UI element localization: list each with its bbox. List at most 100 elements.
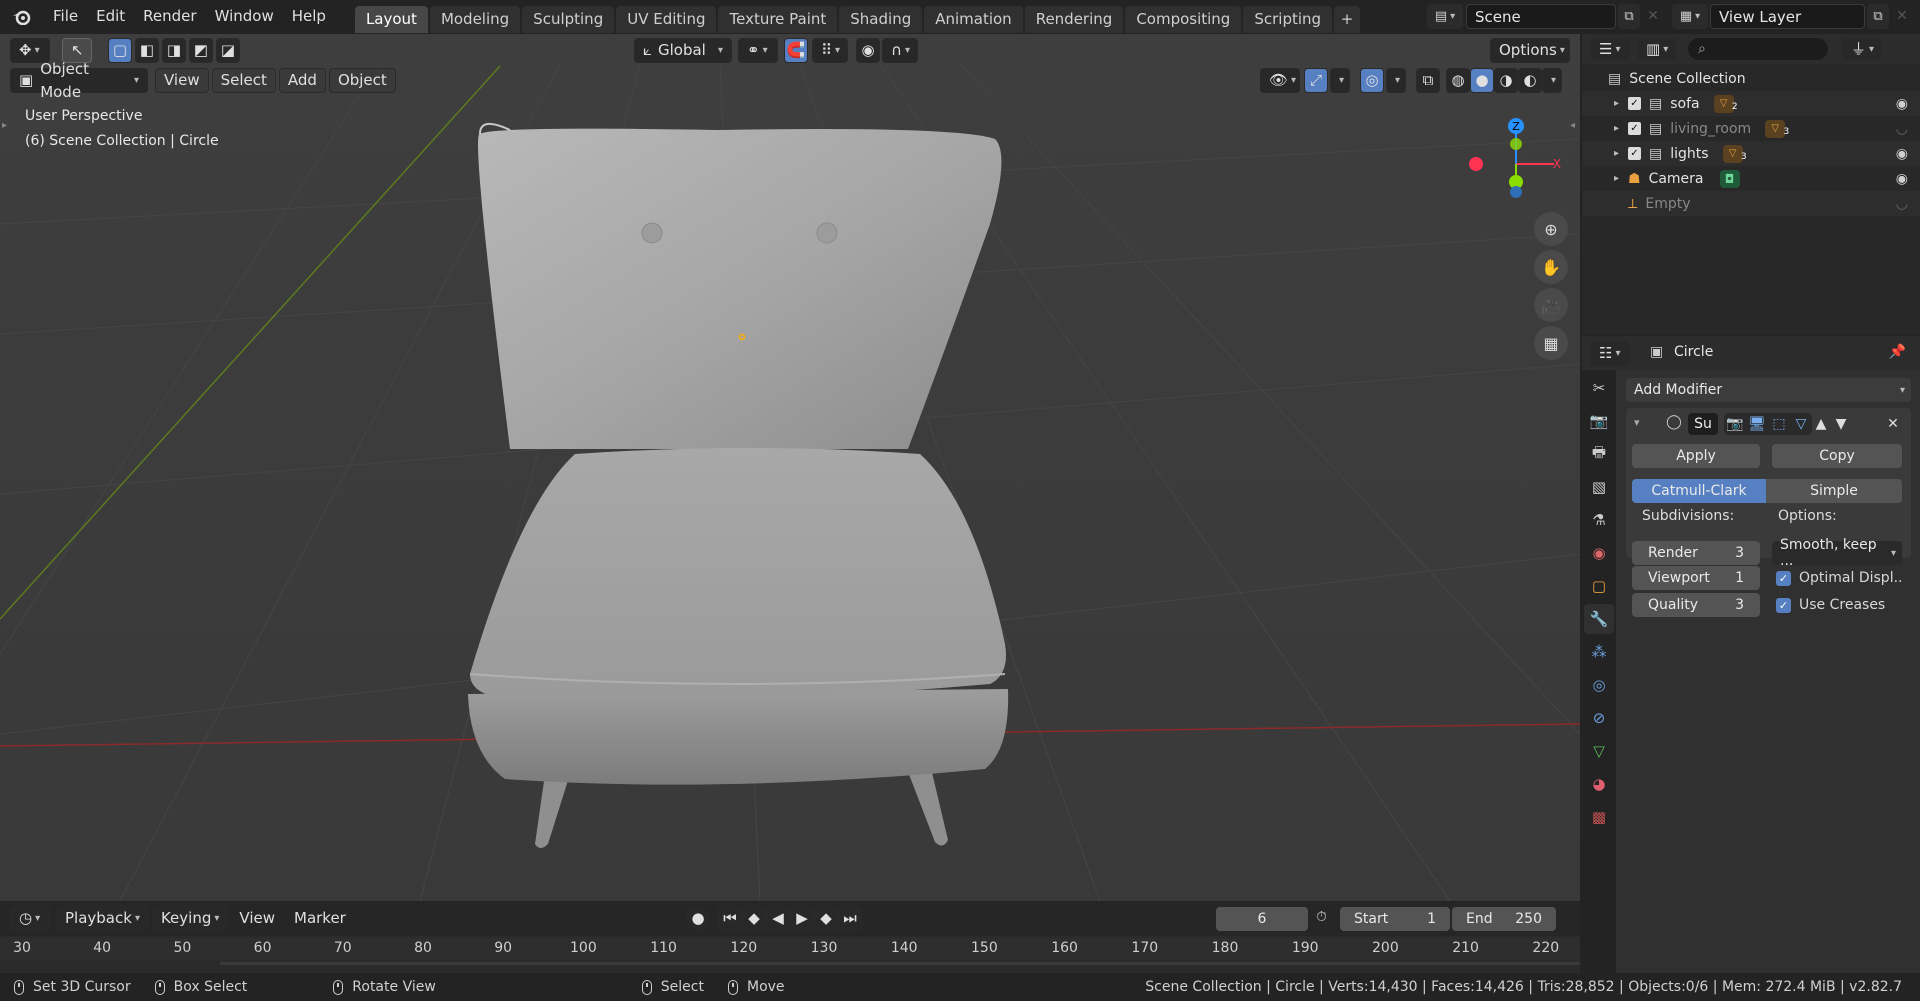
uv-smooth-dropdown[interactable]: Smooth, keep ... ▾	[1772, 537, 1902, 569]
eye-icon[interactable]: ◉	[1896, 146, 1908, 162]
outliner-item-camera[interactable]: ▸ ☗ Camera ◘ ◉	[1582, 166, 1920, 191]
options-dropdown[interactable]: Options ▾	[1490, 38, 1570, 63]
select-intersect-icon[interactable]: ◪	[216, 38, 240, 63]
enable-checkbox[interactable]: ✓	[1628, 97, 1641, 110]
constraints-tab-icon[interactable]: ⊘	[1584, 703, 1614, 733]
menu-edit[interactable]: Edit	[87, 0, 134, 33]
toolbar-expand-icon[interactable]: ▸	[2, 120, 7, 131]
jump-start-icon[interactable]: ⏮	[718, 906, 742, 931]
outliner-item-lights[interactable]: ▸ ✓ ▤ lights ▽ 3 ◉	[1582, 141, 1920, 166]
timeline-editor-type-button[interactable]: ◷ ▾	[10, 906, 50, 931]
snap-toggle-icon[interactable]: 🧲	[784, 38, 808, 63]
remove-modifier-icon[interactable]: ✕	[1882, 413, 1904, 435]
outliner-item-sofa[interactable]: ▸ ✓ ▤ sofa ▽ 2 ◉	[1582, 91, 1920, 116]
zoom-icon[interactable]: ⊕	[1534, 212, 1568, 246]
tool-tab-icon[interactable]: ✂	[1584, 373, 1614, 403]
tab-compositing[interactable]: Compositing	[1125, 6, 1242, 33]
tab-animation[interactable]: Animation	[924, 6, 1023, 33]
apply-button[interactable]: Apply	[1632, 444, 1760, 468]
orthographic-grid-icon[interactable]: ▦	[1534, 326, 1568, 360]
on-cage-icon[interactable]: ▽	[1790, 413, 1812, 435]
neg-z-axis-handle[interactable]	[1510, 186, 1522, 198]
timeline-scrollbar[interactable]	[220, 962, 1580, 965]
select-subtract-icon[interactable]: ◨	[162, 38, 186, 63]
chair-model[interactable]	[468, 123, 1009, 848]
outliner-item-living-room[interactable]: ▸ ✓ ▤ living_room ▽ 3 ◡	[1582, 116, 1920, 141]
delete-view-layer-icon[interactable]: ✕	[1891, 4, 1913, 29]
xray-toggle-icon[interactable]: ⧉	[1416, 68, 1440, 93]
timeline-menu-view[interactable]: View	[231, 906, 283, 931]
mode-dropdown[interactable]: ▣ Object Mode ▾	[10, 60, 148, 101]
scene-selector-button[interactable]: ▤ ▾	[1427, 4, 1463, 29]
tab-layout[interactable]: Layout	[354, 6, 428, 33]
object-visibility-icon[interactable]: 👁 ▾	[1260, 68, 1300, 93]
modifier-tab-icon[interactable]: 🔧	[1584, 604, 1614, 634]
menu-file[interactable]: File	[44, 0, 87, 33]
shading-dropdown-icon[interactable]: ▾	[1542, 68, 1562, 93]
show-editmode-icon[interactable]: ⬚	[1768, 413, 1790, 435]
eye-hidden-icon[interactable]: ◡	[1896, 196, 1908, 212]
tab-sculpting[interactable]: Sculpting	[522, 6, 615, 33]
enable-checkbox[interactable]: ✓	[1628, 122, 1641, 135]
viewport-menu-select[interactable]: Select	[211, 68, 276, 93]
properties-editor-type-button[interactable]: ☷ ▾	[1590, 341, 1630, 366]
select-extend-icon[interactable]: ◧	[135, 38, 159, 63]
catmull-clark-button[interactable]: Catmull-Clark	[1632, 479, 1766, 503]
select-invert-icon[interactable]: ◩	[189, 38, 213, 63]
use-creases-checkbox[interactable]: ✓ Use Creases	[1776, 597, 1885, 613]
menu-help[interactable]: Help	[283, 0, 335, 33]
optimal-display-checkbox[interactable]: ✓ Optimal Displ..	[1776, 570, 1902, 586]
timeline-menu-keying[interactable]: Keying ▾	[151, 906, 229, 931]
modifier-name-field[interactable]: Su	[1688, 413, 1718, 435]
edit-cage-icon[interactable]: 📷	[1724, 413, 1746, 435]
eye-icon[interactable]: ◉	[1896, 96, 1908, 112]
copy-button[interactable]: Copy	[1772, 444, 1902, 468]
new-view-layer-icon[interactable]: ⧉	[1867, 4, 1889, 29]
tab-rendering[interactable]: Rendering	[1024, 6, 1124, 33]
expand-arrow-icon[interactable]: ▸	[1614, 123, 1628, 134]
new-scene-icon[interactable]: ⧉	[1618, 4, 1640, 29]
solid-shading-icon[interactable]: ●	[1470, 68, 1494, 93]
eye-icon[interactable]: ◉	[1896, 171, 1908, 187]
output-tab-icon[interactable]: 🖶	[1584, 439, 1614, 469]
timeline-menu-playback[interactable]: Playback ▾	[56, 906, 149, 931]
navigation-gizmo[interactable]: Z X	[1460, 114, 1570, 204]
scene-tab-icon[interactable]: ⚗	[1584, 505, 1614, 535]
object-data-tab-icon[interactable]: ▽	[1584, 736, 1614, 766]
viewport-menu-object[interactable]: Object	[328, 68, 396, 93]
tab-uv-editing[interactable]: UV Editing	[616, 6, 717, 33]
next-keyframe-icon[interactable]: ◆	[814, 906, 838, 931]
scene-name-field[interactable]: Scene	[1466, 4, 1616, 29]
outliner-item-empty[interactable]: ⟂ Empty ◡	[1582, 191, 1920, 216]
frame-ruler[interactable]: 30 40 50 60 70 80 90 100 110 120 130 140 150 160 170 18…	[0, 938, 1580, 960]
tab-scripting[interactable]: Scripting	[1243, 6, 1333, 33]
delete-scene-icon[interactable]: ✕	[1642, 4, 1664, 29]
expand-arrow-icon[interactable]: ▸	[1614, 98, 1628, 109]
transform-orientation-dropdown[interactable]: ⟀ Global ▾	[634, 38, 732, 63]
start-frame-field[interactable]: Start 1	[1340, 907, 1450, 931]
viewport-menu-view[interactable]: View	[155, 68, 209, 93]
material-tab-icon[interactable]: ◕	[1584, 769, 1614, 799]
show-viewport-icon[interactable]: 🖥	[1746, 413, 1768, 435]
move-down-icon[interactable]: ▼	[1830, 413, 1852, 435]
render-levels-field[interactable]: Render 3	[1632, 541, 1760, 565]
view-layer-field[interactable]: View Layer	[1710, 4, 1865, 29]
view-layer-selector-button[interactable]: ▦ ▾	[1672, 4, 1708, 29]
menu-window[interactable]: Window	[206, 0, 283, 33]
scene-collection-row[interactable]: ▤ Scene Collection	[1582, 66, 1920, 91]
outliner-search-input[interactable]: ⌕	[1688, 38, 1828, 60]
sidebar-expand-icon[interactable]: ◂	[1570, 120, 1575, 131]
render-tab-icon[interactable]: 📷	[1584, 406, 1614, 436]
expand-arrow-icon[interactable]: ▸	[1614, 173, 1628, 184]
tab-shading[interactable]: Shading	[839, 6, 923, 33]
neg-y-axis-handle[interactable]	[1510, 138, 1522, 150]
simple-button[interactable]: Simple	[1766, 479, 1902, 503]
current-frame-field[interactable]: 6	[1216, 907, 1308, 931]
overlay-dropdown-icon[interactable]: ▾	[1386, 68, 1406, 93]
end-frame-field[interactable]: End 250	[1452, 907, 1556, 931]
menu-render[interactable]: Render	[134, 0, 205, 33]
falloff-icon[interactable]: ∩ ▾	[882, 38, 918, 63]
gizmo-dropdown-icon[interactable]: ▾	[1330, 68, 1350, 93]
proportional-edit-icon[interactable]: ◉	[856, 38, 880, 63]
add-workspace-icon[interactable]: +	[1334, 6, 1361, 33]
